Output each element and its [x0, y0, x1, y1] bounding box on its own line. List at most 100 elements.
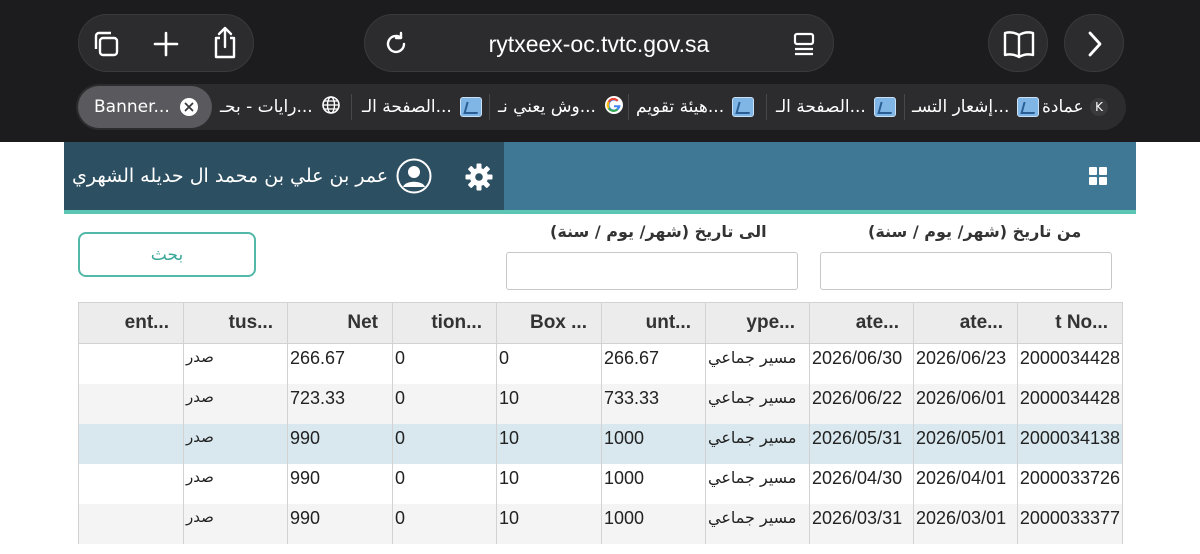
table-cell: مسير جماعي — [705, 343, 810, 384]
header-accent-line — [64, 210, 1136, 214]
tab-separator — [351, 94, 352, 120]
table-cell — [78, 383, 184, 424]
results-table: ...t No ...ate ...ate ...ype ...unt ... … — [78, 302, 1123, 544]
app-header: عمر بن علي بن محمد ال حديله الشهري — [64, 142, 1136, 210]
table-cell: 2000034138 — [1017, 423, 1123, 464]
table-row[interactable]: 2000034428 2026/06/01 2026/06/22 مسير جم… — [78, 383, 1123, 424]
tab-separator — [628, 94, 629, 120]
from-date-input[interactable] — [820, 252, 1112, 290]
forward-button[interactable] — [1064, 14, 1124, 72]
column-header[interactable]: ...tion — [392, 302, 497, 344]
reader-mode-icon[interactable] — [789, 29, 819, 59]
table-cell: 990 — [287, 463, 393, 504]
column-header[interactable]: ...ate — [913, 302, 1018, 344]
google-icon — [604, 95, 624, 120]
chevron-right-icon[interactable] — [1081, 27, 1109, 61]
tabs-overview-icon[interactable] — [89, 27, 123, 61]
address-bar[interactable]: rytxeex-oc.tvtc.gov.sa — [364, 14, 834, 72]
tab-notice[interactable]: إشعار التسـ... — [912, 84, 1040, 130]
apps-grid-icon[interactable] — [1088, 166, 1108, 186]
close-icon[interactable] — [180, 98, 198, 116]
gear-icon[interactable] — [464, 162, 494, 192]
user-name: عمر بن علي بن محمد ال حديله الشهري — [72, 165, 389, 187]
table-cell: 2026/06/23 — [913, 343, 1018, 384]
tab-separator — [766, 94, 767, 120]
column-header[interactable]: ...ate — [809, 302, 914, 344]
table-cell: 2026/05/01 — [913, 423, 1018, 464]
table-cell: 1000 — [601, 463, 706, 504]
table-cell: 990 — [287, 503, 393, 544]
table-cell: صدر — [183, 503, 288, 544]
table-row[interactable]: 2000034428 2026/06/23 2026/06/30 مسير جم… — [78, 343, 1123, 384]
tab-homepage-1[interactable]: الصفحة الـ... — [362, 84, 486, 130]
table-cell — [78, 463, 184, 504]
to-date-label: الى تاريخ (شهر/ يوم / سنة) — [550, 222, 767, 241]
book-icon[interactable] — [1001, 27, 1037, 61]
to-date-input[interactable] — [506, 252, 798, 290]
column-header[interactable]: ... Box — [496, 302, 602, 344]
table-cell: مسير جماعي — [705, 383, 810, 424]
table-cell: 2026/03/31 — [809, 503, 914, 544]
table-cell: 10 — [496, 463, 602, 504]
table-row[interactable]: 2000033726 2026/04/01 2026/04/30 مسير جم… — [78, 463, 1123, 504]
tab-separator — [904, 94, 905, 120]
table-cell: صدر — [183, 423, 288, 464]
column-header[interactable]: ...tus — [183, 302, 288, 344]
tab-k[interactable]: K — [1090, 84, 1110, 130]
column-header[interactable]: ...ype — [705, 302, 810, 344]
url-text[interactable]: rytxeex-oc.tvtc.gov.sa — [365, 15, 833, 73]
table-cell — [78, 343, 184, 384]
table-cell: 2026/06/01 — [913, 383, 1018, 424]
table-cell: 0 — [496, 343, 602, 384]
tab-deanship[interactable]: عمادة — [1042, 84, 1090, 130]
from-date-label: من تاريخ (شهر/ يوم / سنة) — [868, 222, 1082, 241]
table-cell: 10 — [496, 383, 602, 424]
new-tab-plus-icon[interactable] — [149, 27, 183, 61]
tab-label: الصفحة الـ... — [776, 97, 866, 117]
table-row[interactable]: 2000033377 2026/03/01 2026/03/31 مسير جم… — [78, 503, 1123, 544]
tab-strip: Banner... رايات - بحـ... الصفحة الـ... و… — [76, 84, 1126, 130]
table-cell: 2000033377 — [1017, 503, 1123, 544]
tab-label: إشعار التسـ... — [912, 97, 1010, 117]
browser-toolbar-group — [78, 14, 254, 72]
tab-label: وش يعني نـ... — [498, 97, 596, 117]
table-cell: 2026/06/30 — [809, 343, 914, 384]
table-cell: مسير جماعي — [705, 423, 810, 464]
table-cell: 0 — [392, 383, 497, 424]
table-cell: صدر — [183, 383, 288, 424]
table-cell: مسير جماعي — [705, 463, 810, 504]
bookmarks-button[interactable] — [988, 14, 1048, 72]
globe-icon — [321, 95, 341, 120]
tab-etec[interactable]: هيئة تقويم... — [636, 84, 756, 130]
tab-rayat[interactable]: رايات - بحـ... — [220, 84, 346, 130]
table-cell: 2000034428 — [1017, 343, 1123, 384]
table-cell: 2026/04/30 — [809, 463, 914, 504]
share-icon[interactable] — [207, 25, 243, 61]
site-favicon-icon — [459, 97, 482, 117]
table-header-row: ...t No ...ate ...ate ...ype ...unt ... … — [78, 302, 1123, 344]
table-cell: 733.33 — [601, 383, 706, 424]
site-favicon-icon — [1017, 97, 1040, 117]
tab-label: الصفحة الـ... — [362, 97, 452, 117]
tab-homepage-2[interactable]: الصفحة الـ... — [776, 84, 900, 130]
table-cell: 1000 — [601, 423, 706, 464]
table-cell: 2026/06/22 — [809, 383, 914, 424]
table-cell: 2026/04/01 — [913, 463, 1018, 504]
column-header[interactable]: ...ent — [78, 302, 184, 344]
tab-separator — [489, 94, 490, 120]
site-favicon-icon — [732, 97, 755, 117]
column-header[interactable]: ...t No — [1017, 302, 1123, 344]
table-cell: 266.67 — [287, 343, 393, 384]
table-cell: 2026/05/31 — [809, 423, 914, 464]
table-cell: 0 — [392, 423, 497, 464]
column-header[interactable]: Net — [287, 302, 393, 344]
tab-banner[interactable]: Banner... — [78, 86, 212, 128]
letter-avatar-icon: K — [1090, 98, 1108, 116]
table-cell — [78, 503, 184, 544]
tab-google-search[interactable]: وش يعني نـ... — [498, 84, 624, 130]
user-avatar-icon[interactable] — [396, 158, 432, 194]
column-header[interactable]: ...unt — [601, 302, 706, 344]
table-cell: 2000033726 — [1017, 463, 1123, 504]
search-button[interactable]: بحث — [78, 232, 256, 277]
table-row[interactable]: 2000034138 2026/05/01 2026/05/31 مسير جم… — [78, 423, 1123, 464]
